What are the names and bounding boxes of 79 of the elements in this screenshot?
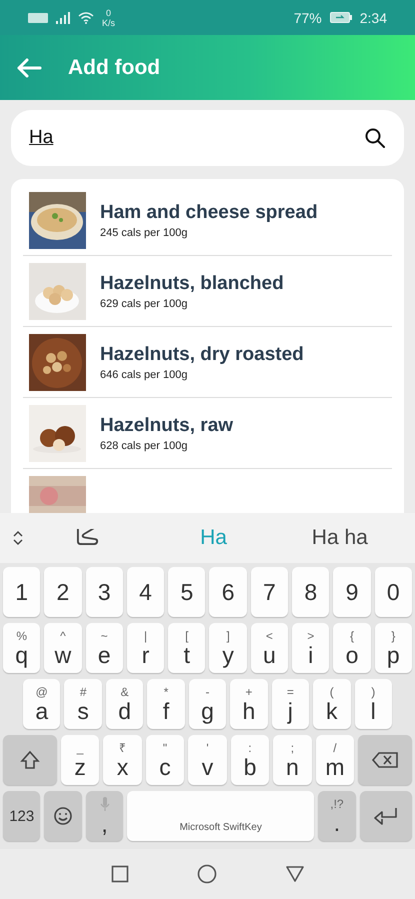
search-bar[interactable]: Ha <box>11 110 404 166</box>
keyboard-key[interactable]: ~ e <box>86 623 123 673</box>
speed-unit: K/s <box>102 18 116 28</box>
keyboard-key[interactable]: [ t <box>168 623 206 673</box>
food-name: Hazelnuts, blanched <box>100 272 284 294</box>
keyboard-key[interactable]: : b <box>230 735 270 785</box>
food-item[interactable]: Ham and cheese spread 245 cals per 100g <box>23 185 392 256</box>
backspace-key[interactable] <box>358 735 412 785</box>
keyboard-key[interactable]: { o <box>333 623 371 673</box>
keyboard-key[interactable]: * f <box>147 679 185 729</box>
keyboard-key[interactable]: 2 <box>44 567 82 617</box>
keyboard-key[interactable]: 8 <box>292 567 330 617</box>
keyboard-key[interactable]: } p <box>374 623 412 673</box>
keyboard-key[interactable]: - g <box>188 679 226 729</box>
recent-apps-icon[interactable] <box>110 865 128 883</box>
food-item[interactable]: Hazelnuts, dry roasted 646 cals per 100g <box>23 327 392 398</box>
keyboard-key[interactable]: ,!? . <box>318 791 356 841</box>
keyboard-key[interactable]: 4 <box>126 567 164 617</box>
keyboard-key[interactable]: = j <box>272 679 310 729</box>
keyboard-key[interactable]: + h <box>230 679 268 729</box>
food-name: Hazelnuts, raw <box>100 414 234 436</box>
enter-key[interactable] <box>360 791 412 841</box>
keyboard-key[interactable]: , <box>86 791 124 841</box>
emoji-key[interactable] <box>44 791 82 841</box>
food-calories: 629 cals per 100g <box>100 298 188 310</box>
suggestion[interactable]: Ha ha <box>276 526 403 550</box>
smiley-icon <box>53 806 74 826</box>
space-bar[interactable]: Microsoft SwiftKey <box>127 791 314 841</box>
search-field[interactable]: Ha <box>29 127 364 149</box>
clock: 2:34 <box>360 10 387 26</box>
shift-icon <box>18 749 41 771</box>
numbers-key[interactable]: 123 <box>3 791 40 841</box>
microphone-icon <box>98 796 111 812</box>
search-icon[interactable] <box>364 127 386 149</box>
keyboard-key[interactable]: > i <box>292 623 330 673</box>
keyboard-key[interactable]: ^ w <box>44 623 82 673</box>
keyboard-key[interactable]: ; n <box>273 735 312 785</box>
keyboard-key[interactable]: ' v <box>188 735 227 785</box>
keyboard-key[interactable]: % q <box>3 623 40 673</box>
shift-key[interactable] <box>3 735 57 785</box>
wifi-icon <box>78 12 94 24</box>
page-title: Add food <box>68 56 160 80</box>
keyboard-key[interactable]: 1 <box>3 567 40 617</box>
keyboard-key[interactable]: & d <box>106 679 144 729</box>
keyboard-key[interactable]: ₹ x <box>103 735 142 785</box>
enter-icon <box>372 806 400 826</box>
food-item[interactable]: Hazelnuts, blanched 629 cals per 100g <box>23 256 392 327</box>
keyboard-key[interactable]: _ z <box>60 735 100 785</box>
food-calories: 628 cals per 100g <box>100 440 188 452</box>
food-calories: 245 cals per 100g <box>100 226 188 238</box>
keyboard-key[interactable]: 5 <box>168 567 206 617</box>
battery-percent: 77% <box>294 10 322 26</box>
keyboard-key[interactable]: 6 <box>209 567 247 617</box>
keyboard-key[interactable]: ] y <box>209 623 247 673</box>
keyboard-key[interactable]: 9 <box>333 567 371 617</box>
keyboard-key[interactable]: | r <box>126 623 164 673</box>
food-name: Hazelnuts, dry roasted <box>100 344 304 366</box>
back-arrow-icon[interactable] <box>16 58 42 78</box>
food-item[interactable]: Hazelnuts, raw 628 cals per 100g <box>23 398 392 469</box>
keyboard-key[interactable]: < u <box>250 623 288 673</box>
signal-icon <box>56 12 70 24</box>
home-icon[interactable] <box>196 864 216 884</box>
keyboard-key[interactable]: 3 <box>86 567 123 617</box>
keyboard-key[interactable]: ) l <box>354 679 392 729</box>
keyboard-key[interactable]: @ a <box>23 679 60 729</box>
keyboard-key[interactable]: " c <box>146 735 184 785</box>
expand-icon[interactable] <box>12 529 24 547</box>
keyboard-key[interactable]: 7 <box>250 567 288 617</box>
keyboard-key[interactable]: / m <box>316 735 354 785</box>
keyboard-key[interactable]: ( k <box>313 679 350 729</box>
keyboard-key[interactable]: 0 <box>374 567 412 617</box>
keyboard-key[interactable]: # s <box>64 679 102 729</box>
backspace-icon <box>371 751 400 769</box>
network-speed: 0 <box>106 8 112 18</box>
suggestion[interactable]: ڪا <box>24 526 150 550</box>
food-calories: 646 cals per 100g <box>100 368 188 380</box>
back-icon[interactable] <box>284 865 304 883</box>
battery-charging-icon <box>330 12 352 23</box>
food-name: Ham and cheese spread <box>100 202 318 224</box>
